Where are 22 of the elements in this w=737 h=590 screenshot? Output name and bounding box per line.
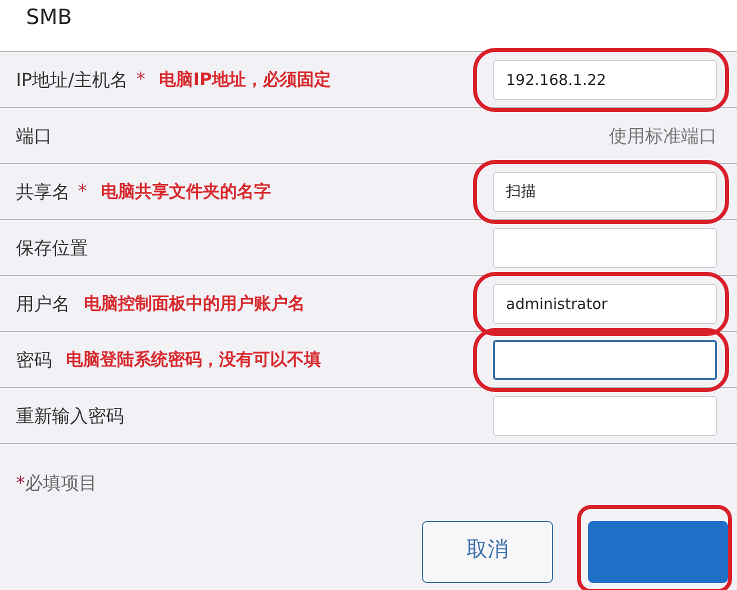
port-value: 使用标准端口 [609, 124, 717, 148]
annotation-text: 电脑IP地址，必须固定 [159, 69, 332, 91]
field-label: 用户名 [16, 292, 70, 316]
required-note: *必填项目 [16, 473, 97, 494]
annotation-text: 电脑共享文件夹的名字 [101, 181, 271, 203]
annotation-text: 电脑登陆系统密码，没有可以不填 [66, 349, 321, 371]
field-label: 重新输入密码 [16, 404, 124, 428]
text-field[interactable]: 扫描 [493, 172, 717, 212]
text-field[interactable]: administrator [493, 284, 717, 324]
cancel-button[interactable]: 取消 [422, 521, 553, 583]
required-mark: * [136, 69, 146, 90]
primary-button[interactable] [588, 521, 728, 583]
dialog-title: SMB [26, 5, 72, 29]
field-label: 端口 [16, 124, 52, 148]
field-label: 密码 [16, 348, 52, 372]
annotation-text: 电脑控制面板中的用户账户名 [84, 293, 305, 315]
field-label: 保存位置 [16, 236, 88, 260]
field-label: IP地址/主机名 [16, 68, 128, 92]
field-label: 共享名 [16, 180, 70, 204]
required-mark: * [78, 181, 87, 202]
text-field[interactable]: 192.168.1.22 [493, 60, 717, 100]
text-field[interactable] [493, 340, 717, 380]
